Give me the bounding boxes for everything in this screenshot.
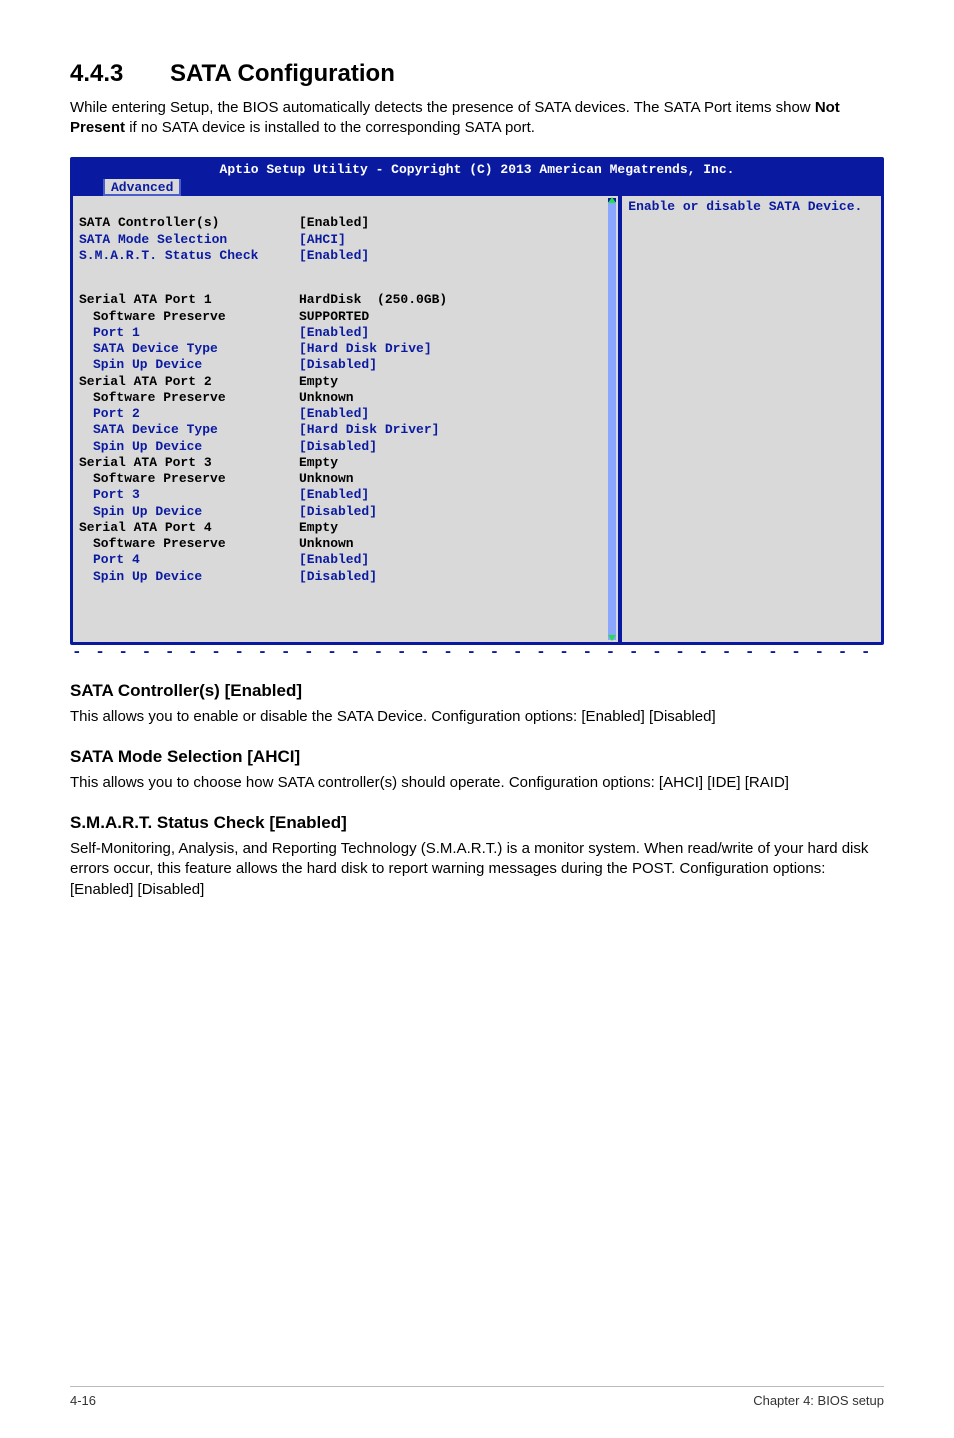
bios-port-name: Serial ATA Port 1: [79, 292, 299, 308]
bios-row-value: [Disabled]: [299, 569, 377, 585]
subsection-heading-1: SATA Mode Selection [AHCI]: [70, 747, 884, 767]
section-number: 4.4.3: [70, 60, 170, 88]
bios-help-area: Enable or disable SATA Device.: [622, 196, 881, 642]
bios-row-value: [Disabled]: [299, 357, 377, 373]
bios-main-area: SATA Controller(s) [Enabled]SATA Mode Se…: [73, 196, 618, 642]
bios-row-label: Port 2: [93, 406, 299, 422]
bios-help-text: Enable or disable SATA Device.: [628, 199, 862, 214]
bios-row-label: Software Preserve: [93, 390, 299, 406]
bios-port-name: Serial ATA Port 4: [79, 520, 299, 536]
bios-item-value: [AHCI]: [299, 232, 346, 248]
bios-port-row[interactable]: Port 4 [Enabled]: [79, 552, 612, 568]
bios-row-value: Unknown: [299, 390, 354, 406]
bios-panel: Aptio Setup Utility - Copyright (C) 2013…: [70, 157, 884, 645]
bios-item-value: [Enabled]: [299, 248, 369, 264]
bios-header: Aptio Setup Utility - Copyright (C) 2013…: [73, 160, 881, 179]
bios-port-row[interactable]: Software Preserve Unknown: [79, 390, 612, 406]
bios-port-status: HardDisk (250.0GB): [299, 292, 447, 308]
bios-row-value: Unknown: [299, 471, 354, 487]
bios-port-row[interactable]: Spin Up Device [Disabled]: [79, 504, 612, 520]
bios-port-row[interactable]: Spin Up Device [Disabled]: [79, 569, 612, 585]
bios-row-label: SATA Device Type: [93, 341, 299, 357]
bios-tab-row: Advanced: [73, 179, 881, 196]
bios-row-label: Software Preserve: [93, 536, 299, 552]
bios-row-label: Spin Up Device: [93, 439, 299, 455]
scroll-down-icon[interactable]: [608, 635, 616, 641]
bios-port-header[interactable]: Serial ATA Port 1 HardDisk (250.0GB): [79, 292, 612, 308]
bios-port-header[interactable]: Serial ATA Port 4 Empty: [79, 520, 612, 536]
bios-port-header[interactable]: Serial ATA Port 3 Empty: [79, 455, 612, 471]
bios-port-row[interactable]: Port 3 [Enabled]: [79, 487, 612, 503]
bios-port-status: Empty: [299, 455, 338, 471]
scroll-up-icon[interactable]: [608, 197, 616, 203]
bios-top-item[interactable]: S.M.A.R.T. Status Check [Enabled]: [79, 248, 612, 264]
bios-item-label: S.M.A.R.T. Status Check: [79, 248, 299, 264]
bios-row-value: [Enabled]: [299, 406, 369, 422]
bios-row-label: SATA Device Type: [93, 422, 299, 438]
bios-top-item[interactable]: SATA Controller(s) [Enabled]: [79, 215, 612, 231]
bios-scrollbar[interactable]: [608, 198, 616, 640]
section-heading: 4.4.3SATA Configuration: [70, 60, 884, 88]
bios-port-row[interactable]: Software Preserve SUPPORTED: [79, 309, 612, 325]
bios-row-value: SUPPORTED: [299, 309, 369, 325]
bios-item-label: SATA Controller(s): [79, 215, 299, 231]
subsection-heading-2: S.M.A.R.T. Status Check [Enabled]: [70, 813, 884, 833]
bios-item-value: [Enabled]: [299, 215, 369, 231]
bios-port-name: Serial ATA Port 3: [79, 455, 299, 471]
bios-row-label: Port 3: [93, 487, 299, 503]
bios-port-row[interactable]: Software Preserve Unknown: [79, 471, 612, 487]
bios-row-label: Spin Up Device: [93, 504, 299, 520]
intro-paragraph: While entering Setup, the BIOS automatic…: [70, 98, 884, 139]
footer-page-number: 4-16: [70, 1393, 96, 1408]
page-footer: 4-16 Chapter 4: BIOS setup: [70, 1386, 884, 1408]
bios-row-label: Software Preserve: [93, 309, 299, 325]
subsection-desc-0: This allows you to enable or disable the…: [70, 707, 884, 727]
bios-top-item[interactable]: SATA Mode Selection [AHCI]: [79, 232, 612, 248]
bios-row-label: Spin Up Device: [93, 357, 299, 373]
bios-row-value: [Enabled]: [299, 487, 369, 503]
bios-row-value: [Disabled]: [299, 439, 377, 455]
footer-chapter: Chapter 4: BIOS setup: [753, 1393, 884, 1408]
subsection-desc-1: This allows you to choose how SATA contr…: [70, 773, 884, 793]
bios-port-status: Empty: [299, 520, 338, 536]
intro-post: if no SATA device is installed to the co…: [125, 119, 535, 136]
bios-port-row[interactable]: Software Preserve Unknown: [79, 536, 612, 552]
intro-pre: While entering Setup, the BIOS automatic…: [70, 99, 815, 116]
bios-port-name: Serial ATA Port 2: [79, 374, 299, 390]
bios-port-row[interactable]: SATA Device Type [Hard Disk Driver]: [79, 422, 612, 438]
bios-row-value: [Enabled]: [299, 325, 369, 341]
subsection-heading-0: SATA Controller(s) [Enabled]: [70, 681, 884, 701]
bios-item-label: SATA Mode Selection: [79, 232, 299, 248]
bios-port-status: Empty: [299, 374, 338, 390]
bios-row-value: [Disabled]: [299, 504, 377, 520]
bios-row-value: Unknown: [299, 536, 354, 552]
bios-row-value: [Enabled]: [299, 552, 369, 568]
bios-port-row[interactable]: Port 2 [Enabled]: [79, 406, 612, 422]
bios-bottom-border: - - - - - - - - - - - - - - - - - - - - …: [70, 643, 884, 661]
section-title-text: SATA Configuration: [170, 60, 395, 87]
subsection-desc-2: Self-Monitoring, Analysis, and Reporting…: [70, 839, 884, 900]
bios-row-value: [Hard Disk Driver]: [299, 422, 439, 438]
bios-port-row[interactable]: Spin Up Device [Disabled]: [79, 357, 612, 373]
bios-port-row[interactable]: SATA Device Type [Hard Disk Drive]: [79, 341, 612, 357]
bios-port-row[interactable]: Spin Up Device [Disabled]: [79, 439, 612, 455]
bios-tab-advanced[interactable]: Advanced: [103, 179, 181, 196]
bios-port-header[interactable]: Serial ATA Port 2 Empty: [79, 374, 612, 390]
bios-row-label: Port 1: [93, 325, 299, 341]
bios-row-value: [Hard Disk Drive]: [299, 341, 432, 357]
bios-row-label: Spin Up Device: [93, 569, 299, 585]
bios-row-label: Port 4: [93, 552, 299, 568]
bios-row-label: Software Preserve: [93, 471, 299, 487]
bios-port-row[interactable]: Port 1 [Enabled]: [79, 325, 612, 341]
